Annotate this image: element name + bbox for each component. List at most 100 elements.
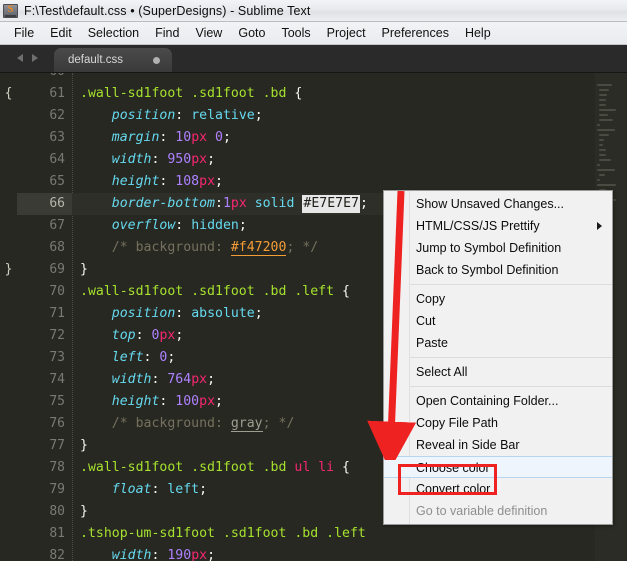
menu-item-selection[interactable]: Selection bbox=[80, 24, 147, 42]
line-source[interactable]: width: 190px; bbox=[80, 545, 215, 561]
menu-item-project[interactable]: Project bbox=[319, 24, 374, 42]
context-menu-item-show-unsaved-changes[interactable]: Show Unsaved Changes... bbox=[384, 193, 612, 215]
context-menu-item-jump-to-symbol-definition[interactable]: Jump to Symbol Definition bbox=[384, 237, 612, 259]
line-number: 63 bbox=[49, 130, 65, 145]
line-source[interactable]: left: 0; bbox=[80, 347, 176, 369]
line-number: 77 bbox=[49, 438, 65, 453]
line-source[interactable]: overflow: hidden; bbox=[80, 215, 247, 237]
line-number: 68 bbox=[49, 240, 65, 255]
line-source[interactable]: /* background: gray; */ bbox=[80, 413, 294, 435]
sublime-text-window: F:\Test\default.css • (SuperDesigns) - S… bbox=[0, 0, 627, 561]
fold-marker[interactable]: { bbox=[0, 83, 17, 105]
line-source[interactable]: border-bottom:1px solid #E7E7E7; bbox=[80, 193, 368, 215]
line-source[interactable]: .tshop-um-sd1foot .sd1foot .bd .left bbox=[80, 523, 366, 545]
code-line[interactable]: {61 .wall-sd1foot .sd1foot .bd { bbox=[0, 83, 627, 105]
context-menu-item-copy[interactable]: Copy bbox=[384, 288, 612, 310]
context-menu-item-open-containing-folder[interactable]: Open Containing Folder... bbox=[384, 390, 612, 412]
menu-item-edit[interactable]: Edit bbox=[42, 24, 80, 42]
menu-item-view[interactable]: View bbox=[187, 24, 230, 42]
context-menu-item-html-css-js-prettify[interactable]: HTML/CSS/JS Prettify bbox=[384, 215, 612, 237]
code-token: relative bbox=[191, 108, 255, 123]
line-source[interactable]: .wall-sd1foot .sd1foot .bd { bbox=[80, 83, 302, 105]
context-menu-item-label: Open Containing Folder... bbox=[416, 394, 559, 408]
code-line[interactable]: 64 width: 950px; bbox=[0, 149, 627, 171]
menu-item-preferences[interactable]: Preferences bbox=[374, 24, 457, 42]
minimap-line bbox=[599, 109, 616, 111]
code-token: ; */ bbox=[262, 416, 295, 431]
code-line[interactable]: 62 position: relative; bbox=[0, 105, 627, 127]
line-source[interactable]: /* background: #f47200; */ bbox=[80, 237, 318, 259]
code-token: : bbox=[143, 350, 160, 365]
line-source[interactable]: height: 108px; bbox=[80, 171, 223, 193]
context-menu-item-select-all[interactable]: Select All bbox=[384, 361, 612, 383]
minimap-line bbox=[597, 184, 616, 186]
line-source[interactable]: position: relative; bbox=[80, 105, 263, 127]
code-token: } bbox=[80, 262, 88, 277]
code-token: px bbox=[191, 130, 208, 145]
line-source[interactable]: } bbox=[80, 501, 88, 523]
context-menu-item-label: Cut bbox=[416, 314, 436, 328]
context-menu-item-convert-color[interactable]: Convert color bbox=[384, 478, 612, 500]
menu-item-goto[interactable]: Goto bbox=[230, 24, 273, 42]
context-menu-item-back-to-symbol-definition[interactable]: Back to Symbol Definition bbox=[384, 259, 612, 281]
minimap-line bbox=[599, 89, 610, 91]
code-token: ; bbox=[175, 328, 184, 343]
line-source[interactable]: } bbox=[80, 259, 88, 281]
line-source[interactable]: position: absolute; bbox=[80, 303, 263, 325]
context-menu[interactable]: Show Unsaved Changes... HTML/CSS/JS Prett… bbox=[383, 190, 613, 525]
context-menu-item-label: Paste bbox=[416, 336, 448, 350]
context-menu-item-copy-file-path[interactable]: Copy File Path bbox=[384, 412, 612, 434]
context-menu-item-cut[interactable]: Cut bbox=[384, 310, 612, 332]
arrow-left-icon[interactable] bbox=[16, 54, 23, 62]
code-token: 10 bbox=[175, 130, 192, 145]
minimap-line bbox=[599, 104, 607, 106]
line-source[interactable]: top: 0px; bbox=[80, 325, 184, 347]
menu-item-file[interactable]: File bbox=[6, 24, 42, 42]
code-token: } bbox=[80, 504, 88, 519]
code-token: ul li bbox=[294, 460, 335, 475]
line-source[interactable]: margin: 10px 0; bbox=[80, 127, 231, 149]
code-token: 108 bbox=[175, 174, 200, 189]
code-token: left bbox=[111, 350, 144, 365]
code-token: 100 bbox=[175, 394, 200, 409]
code-token: width bbox=[111, 152, 152, 167]
menu-item-tools[interactable]: Tools bbox=[273, 24, 318, 42]
code-token: border-bottom bbox=[111, 196, 215, 211]
context-menu-item-reveal-in-side-bar[interactable]: Reveal in Side Bar bbox=[384, 434, 612, 456]
line-source[interactable]: width: 764px; bbox=[80, 369, 215, 391]
line-source[interactable]: width: 950px; bbox=[80, 149, 215, 171]
line-source[interactable]: .wall-sd1foot .sd1foot .bd ul li { bbox=[80, 457, 350, 479]
code-token: overflow bbox=[111, 218, 176, 233]
tab-dirty-indicator-icon[interactable] bbox=[152, 56, 160, 64]
code-token: /* background: bbox=[80, 240, 231, 255]
code-token: { bbox=[294, 86, 303, 101]
code-line[interactable]: 82 width: 190px; bbox=[0, 545, 627, 561]
menu-item-help[interactable]: Help bbox=[457, 24, 499, 42]
context-menu-item-choose-color[interactable]: Choose color bbox=[384, 456, 612, 478]
fold-marker[interactable]: } bbox=[0, 259, 17, 281]
line-source[interactable]: .wall-sd1foot .sd1foot .bd .left { bbox=[80, 281, 350, 303]
tab-default-css[interactable]: default.css bbox=[54, 48, 172, 72]
code-token: /* background: bbox=[80, 416, 231, 431]
context-menu-item-label: Show Unsaved Changes... bbox=[416, 197, 565, 211]
menu-item-find[interactable]: Find bbox=[147, 24, 187, 42]
line-source[interactable]: float: left; bbox=[80, 479, 207, 501]
code-line[interactable]: 81 .tshop-um-sd1foot .sd1foot .bd .left bbox=[0, 523, 627, 545]
context-menu-item-paste[interactable]: Paste bbox=[384, 332, 612, 354]
code-line[interactable]: 60 bbox=[0, 73, 627, 83]
code-token: 950 bbox=[167, 152, 192, 167]
line-source[interactable]: height: 100px; bbox=[80, 391, 223, 413]
context-menu-item-label: Select All bbox=[416, 365, 468, 379]
arrow-right-icon[interactable] bbox=[31, 54, 38, 62]
code-line[interactable]: 63 margin: 10px 0; bbox=[0, 127, 627, 149]
line-source[interactable]: } bbox=[80, 435, 88, 457]
code-token: px bbox=[230, 196, 247, 211]
code-token: ; bbox=[238, 218, 247, 233]
code-token: absolute bbox=[191, 306, 255, 321]
